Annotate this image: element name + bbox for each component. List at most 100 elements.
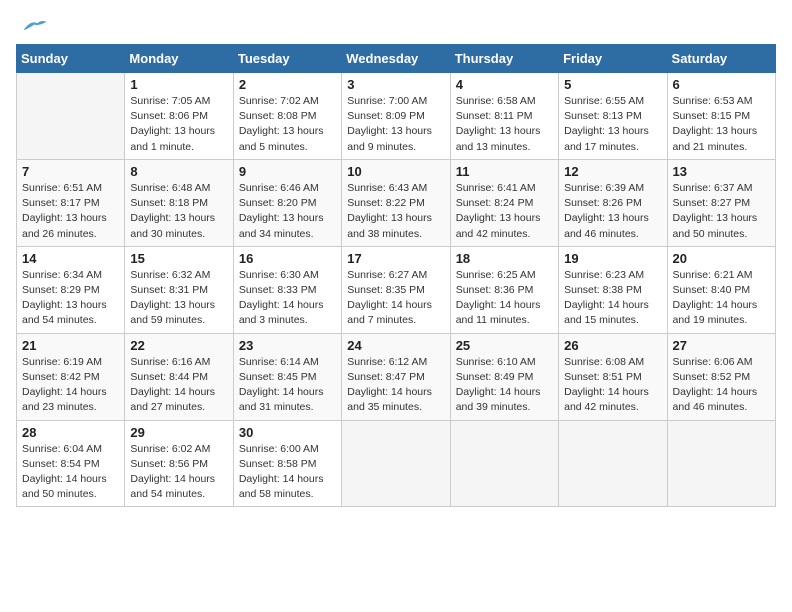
calendar-week-2: 7 Sunrise: 6:51 AMSunset: 8:17 PMDayligh… — [17, 159, 776, 246]
day-number: 17 — [347, 251, 444, 266]
day-detail: Sunrise: 6:12 AMSunset: 8:47 PMDaylight:… — [347, 355, 444, 416]
calendar-cell: 26 Sunrise: 6:08 AMSunset: 8:51 PMDaylig… — [559, 333, 667, 420]
day-number: 30 — [239, 425, 336, 440]
day-number: 15 — [130, 251, 227, 266]
calendar-cell: 16 Sunrise: 6:30 AMSunset: 8:33 PMDaylig… — [233, 246, 341, 333]
day-number: 3 — [347, 77, 444, 92]
calendar-cell: 12 Sunrise: 6:39 AMSunset: 8:26 PMDaylig… — [559, 159, 667, 246]
day-detail: Sunrise: 6:48 AMSunset: 8:18 PMDaylight:… — [130, 181, 227, 242]
day-detail: Sunrise: 6:23 AMSunset: 8:38 PMDaylight:… — [564, 268, 661, 329]
calendar-cell: 29 Sunrise: 6:02 AMSunset: 8:56 PMDaylig… — [125, 420, 233, 507]
header-wednesday: Wednesday — [342, 45, 450, 73]
calendar-cell: 23 Sunrise: 6:14 AMSunset: 8:45 PMDaylig… — [233, 333, 341, 420]
day-detail: Sunrise: 6:51 AMSunset: 8:17 PMDaylight:… — [22, 181, 119, 242]
calendar-cell: 27 Sunrise: 6:06 AMSunset: 8:52 PMDaylig… — [667, 333, 775, 420]
day-number: 27 — [673, 338, 770, 353]
calendar-cell: 4 Sunrise: 6:58 AMSunset: 8:11 PMDayligh… — [450, 73, 558, 160]
day-number: 10 — [347, 164, 444, 179]
day-number: 7 — [22, 164, 119, 179]
logo-bird-icon — [20, 16, 48, 36]
calendar-week-1: 1 Sunrise: 7:05 AMSunset: 8:06 PMDayligh… — [17, 73, 776, 160]
day-detail: Sunrise: 7:02 AMSunset: 8:08 PMDaylight:… — [239, 94, 336, 155]
calendar-cell: 14 Sunrise: 6:34 AMSunset: 8:29 PMDaylig… — [17, 246, 125, 333]
header-monday: Monday — [125, 45, 233, 73]
day-detail: Sunrise: 6:08 AMSunset: 8:51 PMDaylight:… — [564, 355, 661, 416]
calendar-cell — [342, 420, 450, 507]
day-number: 23 — [239, 338, 336, 353]
calendar-cell: 1 Sunrise: 7:05 AMSunset: 8:06 PMDayligh… — [125, 73, 233, 160]
day-detail: Sunrise: 6:55 AMSunset: 8:13 PMDaylight:… — [564, 94, 661, 155]
day-number: 25 — [456, 338, 553, 353]
header-sunday: Sunday — [17, 45, 125, 73]
day-number: 8 — [130, 164, 227, 179]
day-detail: Sunrise: 6:37 AMSunset: 8:27 PMDaylight:… — [673, 181, 770, 242]
day-number: 20 — [673, 251, 770, 266]
header-saturday: Saturday — [667, 45, 775, 73]
calendar-header-row: SundayMondayTuesdayWednesdayThursdayFrid… — [17, 45, 776, 73]
calendar-cell — [559, 420, 667, 507]
day-detail: Sunrise: 6:21 AMSunset: 8:40 PMDaylight:… — [673, 268, 770, 329]
day-number: 26 — [564, 338, 661, 353]
calendar-cell: 25 Sunrise: 6:10 AMSunset: 8:49 PMDaylig… — [450, 333, 558, 420]
day-number: 22 — [130, 338, 227, 353]
day-detail: Sunrise: 6:00 AMSunset: 8:58 PMDaylight:… — [239, 442, 336, 503]
day-detail: Sunrise: 6:06 AMSunset: 8:52 PMDaylight:… — [673, 355, 770, 416]
calendar-cell: 28 Sunrise: 6:04 AMSunset: 8:54 PMDaylig… — [17, 420, 125, 507]
day-detail: Sunrise: 6:39 AMSunset: 8:26 PMDaylight:… — [564, 181, 661, 242]
day-detail: Sunrise: 6:30 AMSunset: 8:33 PMDaylight:… — [239, 268, 336, 329]
day-detail: Sunrise: 6:46 AMSunset: 8:20 PMDaylight:… — [239, 181, 336, 242]
header-thursday: Thursday — [450, 45, 558, 73]
calendar-cell: 18 Sunrise: 6:25 AMSunset: 8:36 PMDaylig… — [450, 246, 558, 333]
day-number: 1 — [130, 77, 227, 92]
day-number: 4 — [456, 77, 553, 92]
day-number: 24 — [347, 338, 444, 353]
day-detail: Sunrise: 6:32 AMSunset: 8:31 PMDaylight:… — [130, 268, 227, 329]
day-number: 6 — [673, 77, 770, 92]
calendar-cell: 22 Sunrise: 6:16 AMSunset: 8:44 PMDaylig… — [125, 333, 233, 420]
day-number: 12 — [564, 164, 661, 179]
calendar-cell — [667, 420, 775, 507]
day-number: 13 — [673, 164, 770, 179]
calendar-cell — [17, 73, 125, 160]
day-number: 11 — [456, 164, 553, 179]
calendar-week-4: 21 Sunrise: 6:19 AMSunset: 8:42 PMDaylig… — [17, 333, 776, 420]
calendar-cell — [450, 420, 558, 507]
calendar-cell: 24 Sunrise: 6:12 AMSunset: 8:47 PMDaylig… — [342, 333, 450, 420]
day-detail: Sunrise: 6:58 AMSunset: 8:11 PMDaylight:… — [456, 94, 553, 155]
page-header — [16, 16, 776, 36]
calendar-cell: 6 Sunrise: 6:53 AMSunset: 8:15 PMDayligh… — [667, 73, 775, 160]
calendar-cell: 2 Sunrise: 7:02 AMSunset: 8:08 PMDayligh… — [233, 73, 341, 160]
day-detail: Sunrise: 6:16 AMSunset: 8:44 PMDaylight:… — [130, 355, 227, 416]
day-detail: Sunrise: 6:04 AMSunset: 8:54 PMDaylight:… — [22, 442, 119, 503]
day-detail: Sunrise: 6:14 AMSunset: 8:45 PMDaylight:… — [239, 355, 336, 416]
day-detail: Sunrise: 6:19 AMSunset: 8:42 PMDaylight:… — [22, 355, 119, 416]
calendar-week-3: 14 Sunrise: 6:34 AMSunset: 8:29 PMDaylig… — [17, 246, 776, 333]
day-number: 29 — [130, 425, 227, 440]
day-detail: Sunrise: 6:10 AMSunset: 8:49 PMDaylight:… — [456, 355, 553, 416]
day-number: 16 — [239, 251, 336, 266]
calendar-cell: 21 Sunrise: 6:19 AMSunset: 8:42 PMDaylig… — [17, 333, 125, 420]
day-number: 19 — [564, 251, 661, 266]
header-tuesday: Tuesday — [233, 45, 341, 73]
day-number: 5 — [564, 77, 661, 92]
day-number: 14 — [22, 251, 119, 266]
calendar-cell: 17 Sunrise: 6:27 AMSunset: 8:35 PMDaylig… — [342, 246, 450, 333]
day-detail: Sunrise: 6:25 AMSunset: 8:36 PMDaylight:… — [456, 268, 553, 329]
calendar-cell: 20 Sunrise: 6:21 AMSunset: 8:40 PMDaylig… — [667, 246, 775, 333]
header-friday: Friday — [559, 45, 667, 73]
calendar-week-5: 28 Sunrise: 6:04 AMSunset: 8:54 PMDaylig… — [17, 420, 776, 507]
day-number: 9 — [239, 164, 336, 179]
day-detail: Sunrise: 6:43 AMSunset: 8:22 PMDaylight:… — [347, 181, 444, 242]
day-detail: Sunrise: 6:34 AMSunset: 8:29 PMDaylight:… — [22, 268, 119, 329]
day-detail: Sunrise: 7:00 AMSunset: 8:09 PMDaylight:… — [347, 94, 444, 155]
day-detail: Sunrise: 7:05 AMSunset: 8:06 PMDaylight:… — [130, 94, 227, 155]
calendar-cell: 8 Sunrise: 6:48 AMSunset: 8:18 PMDayligh… — [125, 159, 233, 246]
calendar-cell: 13 Sunrise: 6:37 AMSunset: 8:27 PMDaylig… — [667, 159, 775, 246]
calendar-cell: 10 Sunrise: 6:43 AMSunset: 8:22 PMDaylig… — [342, 159, 450, 246]
logo — [16, 16, 48, 36]
day-detail: Sunrise: 6:53 AMSunset: 8:15 PMDaylight:… — [673, 94, 770, 155]
day-number: 21 — [22, 338, 119, 353]
day-detail: Sunrise: 6:41 AMSunset: 8:24 PMDaylight:… — [456, 181, 553, 242]
day-detail: Sunrise: 6:27 AMSunset: 8:35 PMDaylight:… — [347, 268, 444, 329]
calendar-cell: 30 Sunrise: 6:00 AMSunset: 8:58 PMDaylig… — [233, 420, 341, 507]
